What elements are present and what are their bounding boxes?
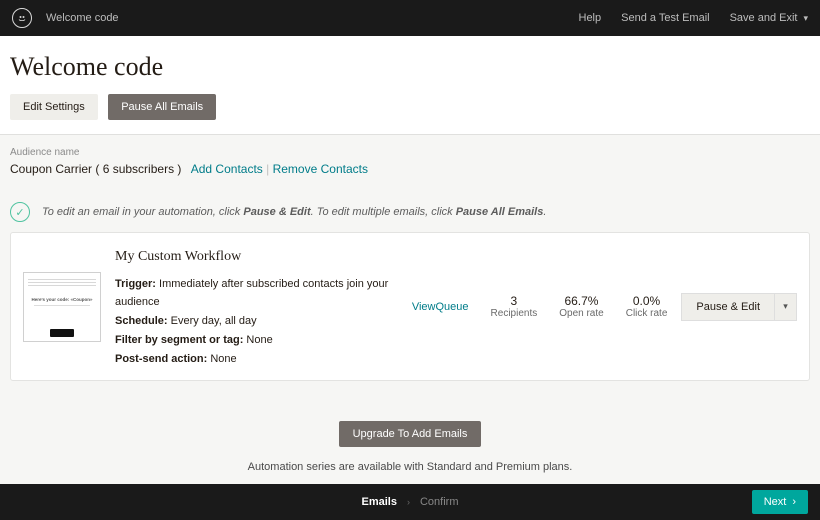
save-and-exit-link[interactable]: Save and Exit bbox=[730, 12, 798, 24]
email-thumbnail[interactable]: Here's your code: «Coupon» bbox=[23, 272, 101, 342]
open-rate-stat: 66.7% Open rate bbox=[559, 294, 603, 319]
view-queue-stat: ViewQueue bbox=[412, 301, 469, 313]
workflow-title: My Custom Workflow bbox=[115, 245, 398, 269]
topbar: Welcome code Help Send a Test Email Save… bbox=[0, 0, 820, 36]
chevron-right-icon: › bbox=[792, 496, 796, 508]
edit-settings-button[interactable]: Edit Settings bbox=[10, 94, 98, 120]
add-contacts-link[interactable]: Add Contacts bbox=[191, 162, 263, 176]
send-test-email-link[interactable]: Send a Test Email bbox=[621, 12, 709, 24]
page-title: Welcome code bbox=[10, 52, 810, 82]
chevron-right-icon: › bbox=[407, 497, 410, 507]
pause-edit-button[interactable]: Pause & Edit bbox=[681, 293, 775, 321]
chevron-down-icon[interactable]: ▾ bbox=[803, 13, 808, 24]
step-emails[interactable]: Emails bbox=[362, 496, 397, 508]
next-button[interactable]: Next › bbox=[752, 490, 808, 514]
help-link[interactable]: Help bbox=[579, 12, 602, 24]
view-queue-link[interactable]: ViewQueue bbox=[412, 301, 469, 313]
page-header: Welcome code Edit Settings Pause All Ema… bbox=[0, 36, 820, 135]
audience-section: Audience name Coupon Carrier ( 6 subscri… bbox=[0, 135, 820, 196]
tip-text: To edit an email in your automation, cli… bbox=[42, 206, 546, 218]
check-circle-icon: ✓ bbox=[10, 202, 30, 222]
stats-group: ViewQueue 3 Recipients 66.7% Open rate 0… bbox=[412, 294, 668, 319]
breadcrumb: Welcome code bbox=[46, 12, 119, 24]
email-card: Here's your code: «Coupon» My Custom Wor… bbox=[10, 232, 810, 381]
upgrade-note: Automation series are available with Sta… bbox=[10, 461, 810, 473]
recipients-stat: 3 Recipients bbox=[491, 294, 538, 319]
audience-label: Audience name bbox=[10, 147, 810, 158]
click-rate-stat: 0.0% Click rate bbox=[626, 294, 668, 319]
upgrade-section: Upgrade To Add Emails Automation series … bbox=[10, 421, 810, 473]
step-confirm[interactable]: Confirm bbox=[420, 496, 459, 508]
pause-edit-dropdown-icon[interactable]: ▾ bbox=[775, 293, 797, 321]
pause-all-emails-button[interactable]: Pause All Emails bbox=[108, 94, 216, 120]
tip-banner: ✓ To edit an email in your automation, c… bbox=[10, 202, 810, 222]
email-details: My Custom Workflow Trigger: Immediately … bbox=[115, 245, 398, 368]
wizard-steps: Emails › Confirm bbox=[362, 496, 459, 508]
pause-edit-splitbutton: Pause & Edit ▾ bbox=[681, 293, 797, 321]
upgrade-to-add-emails-button[interactable]: Upgrade To Add Emails bbox=[339, 421, 482, 447]
footer-bar: Emails › Confirm Next › bbox=[0, 484, 820, 520]
remove-contacts-link[interactable]: Remove Contacts bbox=[273, 162, 368, 176]
mailchimp-logo-icon[interactable] bbox=[12, 8, 32, 28]
audience-name: Coupon Carrier ( 6 subscribers ) bbox=[10, 162, 181, 176]
